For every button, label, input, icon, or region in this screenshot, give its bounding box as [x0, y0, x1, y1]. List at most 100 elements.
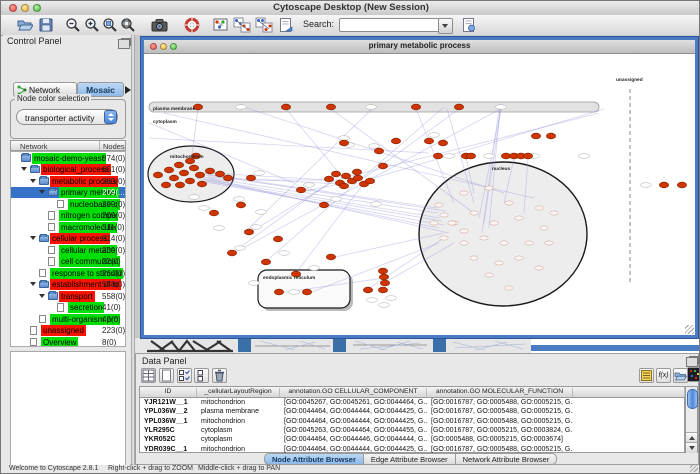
table-cell[interactable]: cytoplasm: [197, 426, 280, 435]
expand-arrow-icon[interactable]: [21, 167, 27, 171]
table-column-header[interactable]: annotation.GO MOLECULAR_FUNCTION: [427, 388, 573, 397]
app-resize-grip[interactable]: [690, 464, 698, 472]
attribute-list-icon[interactable]: [639, 368, 654, 383]
graph-node[interactable]: [485, 273, 493, 277]
node-label-oval[interactable]: [249, 281, 260, 286]
node-label-oval[interactable]: [339, 136, 350, 141]
table-cell[interactable]: plasma membrane: [197, 407, 280, 416]
node-label-oval[interactable]: [234, 197, 245, 202]
table-cell[interactable]: YDR039C__1: [140, 445, 197, 454]
open-icon[interactable]: [17, 17, 33, 33]
graph-node-selected[interactable]: [466, 153, 475, 159]
graph-node[interactable]: [440, 236, 448, 240]
select-all-attributes-icon[interactable]: [177, 368, 192, 383]
table-cell[interactable]: YJR121W__1: [140, 398, 197, 407]
zoom-out-icon[interactable]: [65, 17, 81, 33]
index-icon[interactable]: [461, 17, 477, 33]
tree-row[interactable]: biological_process651(0): [11, 164, 125, 176]
table-cell[interactable]: mitochondrion: [197, 398, 280, 407]
graph-node-selected[interactable]: [424, 138, 433, 144]
node-label-oval[interactable]: [366, 105, 377, 110]
scroll-down-button[interactable]: [686, 442, 697, 453]
graph-node[interactable]: [515, 256, 523, 260]
tree-row[interactable]: nitrogen compo209(0): [11, 210, 125, 222]
graph-node-selected[interactable]: [339, 140, 348, 146]
tree-row[interactable]: response to stimulu264(0): [11, 267, 125, 279]
graph-node[interactable]: [480, 236, 488, 240]
graph-node-selected[interactable]: [227, 250, 236, 256]
tree-row[interactable]: establishment of lo558(0): [11, 279, 125, 291]
graph-node[interactable]: [460, 191, 468, 195]
graph-node[interactable]: [540, 226, 548, 230]
tree-header[interactable]: Network Nodes: [10, 140, 126, 151]
node-label-oval[interactable]: [379, 303, 390, 308]
tree-row[interactable]: cellular process614(0): [11, 233, 125, 245]
expand-arrow-icon[interactable]: [39, 190, 45, 194]
table-row[interactable]: YKR052Ccytoplasm[GO:0044464, GO:0044446,…: [140, 435, 684, 444]
graph-node-selected[interactable]: [195, 172, 204, 178]
graph-node-selected[interactable]: [174, 162, 183, 168]
node-label-oval[interactable]: [429, 133, 440, 138]
node-label-oval[interactable]: [496, 105, 507, 110]
snapshot-icon[interactable]: [151, 17, 167, 33]
graph-node-selected[interactable]: [353, 175, 362, 181]
table-column-header[interactable]: ID: [140, 388, 197, 397]
graph-node-selected[interactable]: [261, 259, 270, 265]
background-windows[interactable]: [135, 338, 700, 353]
node-label-oval[interactable]: [371, 202, 382, 207]
graph-node-selected[interactable]: [197, 181, 206, 187]
graph-node[interactable]: [440, 213, 448, 217]
graph-node-selected[interactable]: [531, 133, 540, 139]
tree-row[interactable]: nucleobase-c209(0): [11, 198, 125, 210]
table-cell[interactable]: YLR295C: [140, 426, 197, 435]
node-label-oval[interactable]: [331, 197, 342, 202]
search-dropdown-button[interactable]: [438, 18, 453, 34]
tree-row[interactable]: unassigned223(0): [11, 325, 125, 337]
graph-node-selected[interactable]: [677, 182, 686, 188]
graph-node-selected[interactable]: [274, 289, 283, 295]
graph-node-selected[interactable]: [169, 175, 178, 181]
function-builder-icon[interactable]: f(x): [656, 368, 671, 383]
node-label-oval[interactable]: [256, 210, 267, 215]
table-cell[interactable]: [GO:0016787, GO:0005488, GO:0005215, G..…: [427, 398, 573, 407]
birdseye-view[interactable]: [10, 351, 126, 474]
graph-node-selected[interactable]: [223, 175, 232, 181]
graph-node-selected[interactable]: [185, 178, 194, 184]
float-panel-icon[interactable]: [118, 39, 130, 49]
attribute-matrix-icon[interactable]: [687, 367, 700, 382]
graph-node-selected[interactable]: [378, 163, 387, 169]
graph-node-selected[interactable]: [365, 178, 374, 184]
table-scrollbar[interactable]: [685, 386, 698, 453]
annotate-icon[interactable]: [278, 17, 294, 33]
graph-node-selected[interactable]: [153, 172, 162, 178]
graph-node-selected[interactable]: [659, 182, 668, 188]
scrollbar-thumb[interactable]: [687, 389, 698, 409]
import-attributes-icon[interactable]: [673, 368, 688, 383]
graph-node-selected[interactable]: [244, 229, 253, 235]
node-label-oval[interactable]: [369, 144, 380, 149]
graph-node-selected[interactable]: [281, 104, 290, 110]
graph-node-selected[interactable]: [326, 254, 335, 260]
graph-node-selected[interactable]: [205, 168, 214, 174]
network-view-window[interactable]: primary metabolic process plasma membran…: [141, 37, 698, 338]
graph-node[interactable]: [490, 221, 498, 225]
expand-arrow-icon[interactable]: [30, 179, 36, 183]
zoom-selected-icon[interactable]: [102, 17, 118, 33]
tree-row[interactable]: secretion41(0): [11, 302, 125, 314]
graph-node-selected[interactable]: [215, 171, 224, 177]
table-cell[interactable]: YKR052C: [140, 435, 197, 444]
graph-node-selected[interactable]: [352, 169, 361, 175]
node-label-oval[interactable]: [386, 296, 397, 301]
graph-node[interactable]: [430, 221, 438, 225]
graph-node[interactable]: [448, 221, 456, 225]
node-label-oval[interactable]: [199, 206, 210, 211]
node-label-oval[interactable]: [254, 171, 265, 176]
float-data-panel-icon[interactable]: [686, 357, 698, 367]
graph-node-selected[interactable]: [236, 202, 245, 208]
table-cell[interactable]: [GO:0044464, GO:0044446, GO:0044444, G..…: [280, 435, 427, 444]
help-ring-icon[interactable]: [184, 17, 200, 33]
tab-edge-attribute-browser[interactable]: Edge Attribute Browser: [364, 453, 456, 465]
node-label-oval[interactable]: [309, 266, 320, 271]
table-row[interactable]: YPL036W__2plasma membrane[GO:0044464, GO…: [140, 407, 684, 416]
tree-row[interactable]: mosaic-demo-yeast874(0): [11, 152, 125, 164]
